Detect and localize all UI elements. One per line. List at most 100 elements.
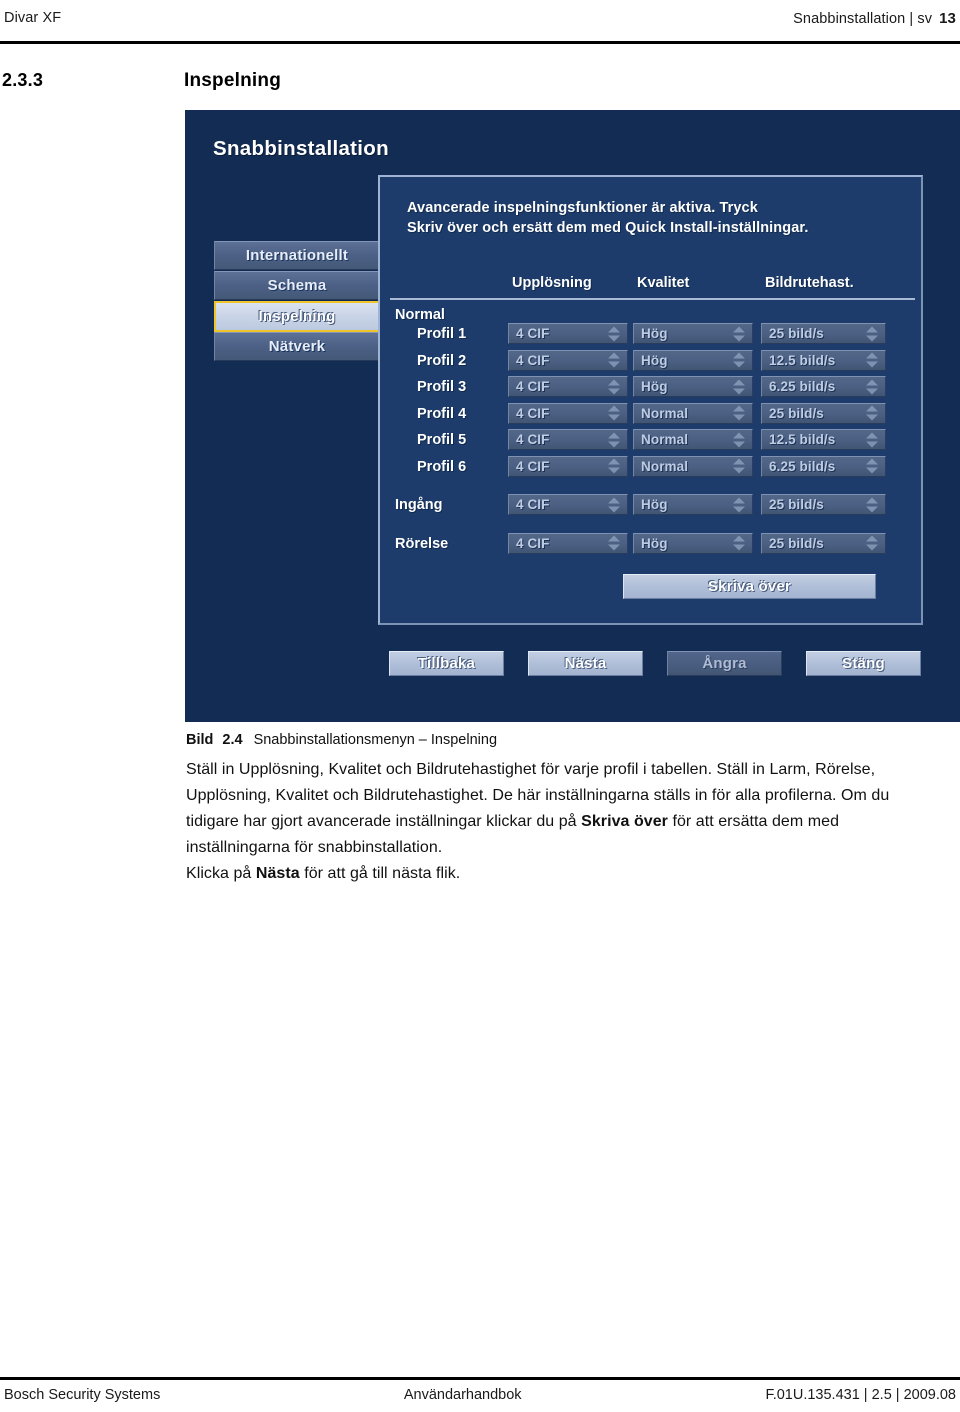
close-button[interactable]: Stäng <box>806 651 921 676</box>
sidebar-item-inspelning[interactable]: Inspelning <box>214 301 380 332</box>
spinner-arrows-icon[interactable] <box>607 326 620 341</box>
app-title: Snabbinstallation <box>213 137 389 160</box>
quality-dropdown[interactable]: Hög <box>633 376 753 397</box>
quality-dropdown[interactable]: Normal <box>633 455 753 477</box>
table-row: Ingång 4 CIF Hög 25 bild/s <box>390 494 915 521</box>
spinner-arrows-icon[interactable] <box>865 352 878 368</box>
table-group-label-normal: Normal <box>395 307 445 323</box>
framerate-dropdown[interactable]: 25 bild/s <box>761 402 886 424</box>
spinner-arrows-icon[interactable] <box>607 458 620 474</box>
recording-settings-panel: Avancerade inspelningsfunktioner är akti… <box>378 175 923 625</box>
table-row: Profil 4 4 CIF Normal 25 bild/s <box>390 402 915 430</box>
spinner-arrows-icon[interactable] <box>732 326 745 341</box>
row-label: Rörelse <box>395 535 449 552</box>
framerate-value: 6.25 bild/s <box>769 458 836 474</box>
spinner-arrows-icon[interactable] <box>607 432 620 447</box>
next-button[interactable]: Nästa <box>528 651 643 676</box>
quality-value: Hög <box>641 379 668 394</box>
overwrite-button[interactable]: Skriva över <box>623 574 876 599</box>
table-row: Rörelse 4 CIF Hög 25 bild/s <box>390 532 915 560</box>
back-button[interactable]: Tillbaka <box>389 651 504 676</box>
framerate-value: 25 bild/s <box>769 497 824 512</box>
spinner-arrows-icon[interactable] <box>865 326 878 341</box>
quality-value: Hög <box>641 497 668 512</box>
spinner-arrows-icon[interactable] <box>607 405 620 421</box>
table-row: Profil 1 4 CIF Hög 25 bild/s <box>390 323 915 350</box>
resolution-value: 4 CIF <box>516 379 550 394</box>
spinner-arrows-icon[interactable] <box>865 458 878 474</box>
column-header-quality: Kvalitet <box>637 275 690 291</box>
resolution-value: 4 CIF <box>516 326 550 341</box>
header-page-number: 13 <box>939 10 956 27</box>
resolution-dropdown[interactable]: 4 CIF <box>508 349 628 371</box>
sidebar-item-schema[interactable]: Schema <box>214 271 380 300</box>
table-row: Profil 6 4 CIF Normal 6.25 bild/s <box>390 455 915 483</box>
spinner-arrows-icon[interactable] <box>732 379 745 394</box>
advanced-warning-message: Avancerade inspelningsfunktioner är akti… <box>407 199 907 238</box>
quality-dropdown[interactable]: Hög <box>633 349 753 371</box>
spinner-arrows-icon[interactable] <box>732 458 745 474</box>
framerate-value: 25 bild/s <box>769 405 824 421</box>
resolution-dropdown[interactable]: 4 CIF <box>508 494 628 515</box>
resolution-value: 4 CIF <box>516 535 550 551</box>
sidebar-item-internationellt[interactable]: Internationellt <box>214 241 380 270</box>
framerate-dropdown[interactable]: 12.5 bild/s <box>761 349 886 371</box>
wizard-button-bar: Tillbaka Nästa Ångra Stäng <box>389 651 939 676</box>
framerate-dropdown[interactable]: 12.5 bild/s <box>761 429 886 450</box>
resolution-value: 4 CIF <box>516 432 550 447</box>
framerate-dropdown[interactable]: 25 bild/s <box>761 323 886 344</box>
row-label: Ingång <box>395 497 443 513</box>
framerate-dropdown[interactable]: 6.25 bild/s <box>761 455 886 477</box>
spinner-arrows-icon[interactable] <box>732 432 745 447</box>
header-divider <box>0 41 960 44</box>
footer-docid: F.01U.135.431 | 2.5 | 2009.08 <box>765 1387 956 1403</box>
quality-dropdown[interactable]: Hög <box>633 532 753 554</box>
page-title: Inspelning <box>184 70 281 91</box>
resolution-dropdown[interactable]: 4 CIF <box>508 532 628 554</box>
quality-dropdown[interactable]: Normal <box>633 402 753 424</box>
page-header: Divar XF Snabbinstallation | sv 13 <box>0 10 960 44</box>
resolution-dropdown[interactable]: 4 CIF <box>508 402 628 424</box>
quality-dropdown[interactable]: Hög <box>633 323 753 344</box>
spinner-arrows-icon[interactable] <box>865 535 878 551</box>
spinner-arrows-icon[interactable] <box>865 405 878 421</box>
quality-dropdown[interactable]: Normal <box>633 429 753 450</box>
sidebar-item-label: Nätverk <box>268 338 326 355</box>
quality-value: Hög <box>641 326 668 341</box>
spinner-arrows-icon[interactable] <box>865 497 878 512</box>
quality-value: Normal <box>641 458 689 474</box>
section-number: 2.3.3 <box>2 70 44 90</box>
undo-button[interactable]: Ångra <box>667 651 782 676</box>
resolution-dropdown[interactable]: 4 CIF <box>508 429 628 450</box>
spinner-arrows-icon[interactable] <box>732 352 745 368</box>
footer-doc-type: Användarhandbok <box>403 1387 522 1403</box>
warning-line-2: Skriv över och ersätt dem med Quick Inst… <box>407 219 809 236</box>
row-label: Profil 2 <box>417 352 467 369</box>
spinner-arrows-icon[interactable] <box>865 379 878 394</box>
resolution-dropdown[interactable]: 4 CIF <box>508 376 628 397</box>
resolution-dropdown[interactable]: 4 CIF <box>508 455 628 477</box>
quality-value: Hög <box>641 535 668 551</box>
figure-number: 2.4 <box>222 732 243 748</box>
spinner-arrows-icon[interactable] <box>865 432 878 447</box>
framerate-dropdown[interactable]: 25 bild/s <box>761 532 886 554</box>
spinner-arrows-icon[interactable] <box>607 352 620 368</box>
framerate-dropdown[interactable]: 25 bild/s <box>761 494 886 515</box>
quality-dropdown[interactable]: Hög <box>633 494 753 515</box>
paragraph-2-part-b: för att gå till nästa flik. <box>299 864 461 882</box>
spinner-arrows-icon[interactable] <box>732 497 745 512</box>
sidebar-item-natverk[interactable]: Nätverk <box>214 332 380 361</box>
framerate-value: 12.5 bild/s <box>769 352 836 368</box>
spinner-arrows-icon[interactable] <box>607 497 620 512</box>
table-row: Profil 5 4 CIF Normal 12.5 bild/s <box>390 429 915 456</box>
spinner-arrows-icon[interactable] <box>732 535 745 551</box>
spinner-arrows-icon[interactable] <box>607 535 620 551</box>
framerate-dropdown[interactable]: 6.25 bild/s <box>761 376 886 397</box>
spinner-arrows-icon[interactable] <box>732 405 745 421</box>
framerate-value: 6.25 bild/s <box>769 379 836 394</box>
paragraph-1-bold-term: Skriva över <box>581 812 668 830</box>
recording-profiles-table: Upplösning Kvalitet Bildrutehast. Normal… <box>390 275 915 559</box>
resolution-dropdown[interactable]: 4 CIF <box>508 323 628 344</box>
paragraph-2-part-a: Klicka på <box>186 864 256 882</box>
spinner-arrows-icon[interactable] <box>607 379 620 394</box>
